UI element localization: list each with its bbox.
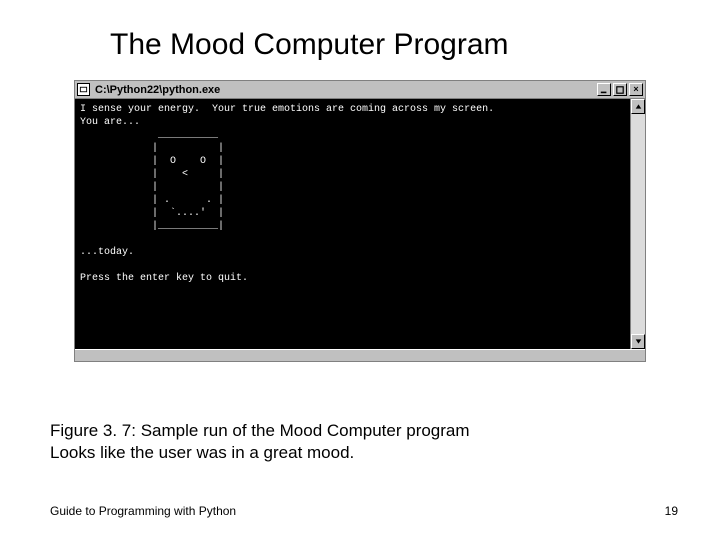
console-output: I sense your energy. Your true emotions … — [75, 99, 630, 349]
caption-line-1: Figure 3. 7: Sample run of the Mood Comp… — [50, 420, 470, 442]
scroll-down-button[interactable] — [631, 334, 645, 349]
close-button[interactable]: × — [629, 83, 643, 96]
window-titlebar: C:\Python22\python.exe × — [75, 81, 645, 99]
window-title-text: C:\Python22\python.exe — [93, 84, 594, 96]
figure-caption: Figure 3. 7: Sample run of the Mood Comp… — [50, 420, 470, 464]
console-window: C:\Python22\python.exe × I sense your en… — [74, 80, 646, 362]
footer-text: Guide to Programming with Python — [50, 504, 236, 518]
console-body: I sense your energy. Your true emotions … — [75, 99, 645, 349]
minimize-button[interactable] — [597, 83, 611, 96]
vertical-scrollbar[interactable] — [630, 99, 645, 349]
maximize-button[interactable] — [613, 83, 627, 96]
slide-title: The Mood Computer Program — [0, 0, 720, 80]
app-icon — [77, 83, 90, 96]
page-number: 19 — [665, 504, 678, 518]
scroll-track[interactable] — [631, 114, 645, 334]
caption-line-2: Looks like the user was in a great mood. — [50, 442, 470, 464]
scroll-up-button[interactable] — [631, 99, 645, 114]
window-status-strip — [75, 349, 645, 361]
